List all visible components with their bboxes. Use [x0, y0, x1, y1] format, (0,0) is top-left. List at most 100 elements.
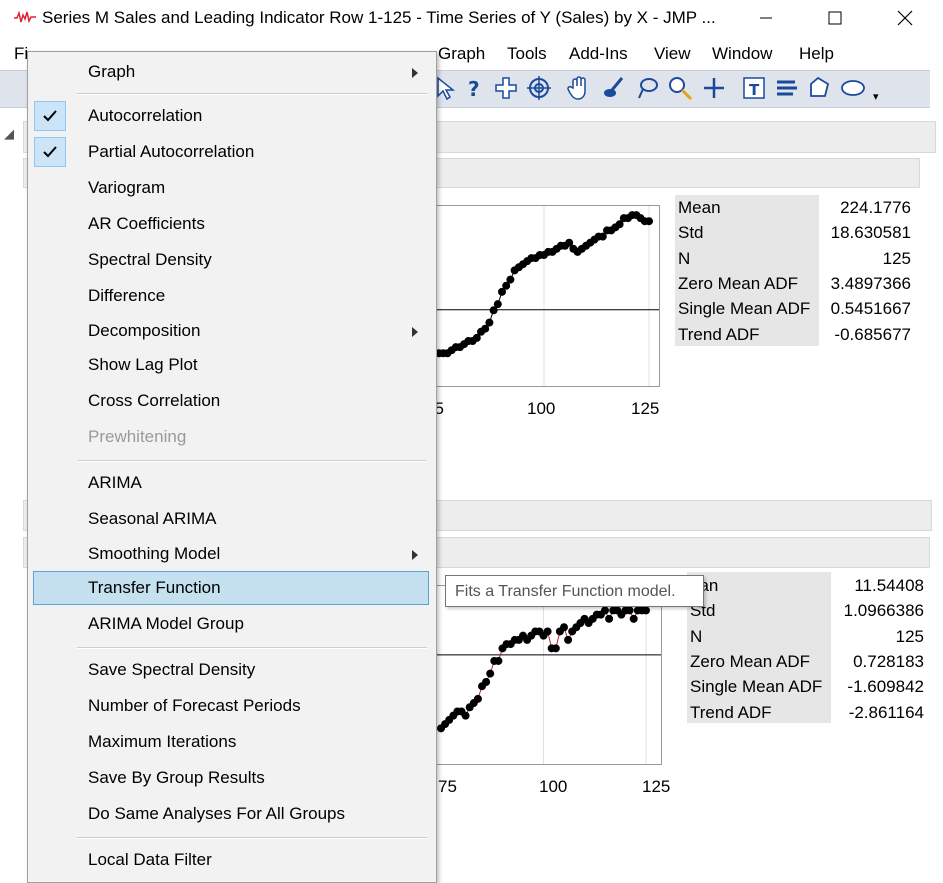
- toolbar-overflow-icon[interactable]: ▾: [873, 90, 879, 103]
- menu-item-arima-model-group[interactable]: ARIMA Model Group: [88, 614, 244, 634]
- bottom-xtick-100: 100: [539, 777, 568, 796]
- checkmark-icon: [34, 101, 66, 131]
- stat-value: 3.4897366: [830, 274, 911, 293]
- plus-tool-icon[interactable]: [700, 74, 728, 102]
- menu-item-autocorrelation[interactable]: Autocorrelation: [88, 106, 202, 126]
- top-xtick-100: 100: [527, 399, 556, 418]
- jmp-app-icon: [14, 10, 36, 24]
- menu-item-show-lag-plot[interactable]: Show Lag Plot: [88, 355, 198, 375]
- stat-value: 18.630581: [830, 223, 911, 242]
- data-point[interactable]: [605, 614, 614, 623]
- stat-label: N: [678, 249, 691, 268]
- menu-tools[interactable]: Tools: [507, 44, 547, 64]
- menu-item-local-data-filter[interactable]: Local Data Filter: [88, 850, 212, 870]
- context-menu: [27, 51, 437, 883]
- menu-item-transfer-function[interactable]: Transfer Function: [88, 578, 221, 598]
- stat-value: 11.54408: [854, 576, 924, 595]
- data-point[interactable]: [625, 606, 634, 615]
- stat-label: Trend ADF: [690, 703, 772, 722]
- stat-label: Mean: [678, 198, 721, 217]
- stat-label: Single Mean ADF: [678, 299, 811, 318]
- stat-label: N: [690, 627, 703, 646]
- polygon-tool-icon[interactable]: [806, 74, 834, 102]
- menu-item-cross-correlation[interactable]: Cross Correlation: [88, 391, 220, 411]
- data-point[interactable]: [601, 606, 609, 615]
- hand-tool-icon[interactable]: [565, 74, 593, 102]
- tooltip: Fits a Transfer Function model.: [445, 575, 704, 607]
- maximize-button[interactable]: [812, 0, 858, 36]
- data-point[interactable]: [560, 623, 568, 632]
- menu-graph[interactable]: Graph: [438, 44, 485, 64]
- data-point[interactable]: [642, 606, 650, 615]
- submenu-arrow-icon: [412, 68, 418, 78]
- stat-label: Std: [678, 223, 704, 242]
- menu-item-decomposition[interactable]: Decomposition: [88, 321, 200, 341]
- menu-item-do-same-analyses-for-all-groups[interactable]: Do Same Analyses For All Groups: [88, 804, 345, 824]
- lines-tool-icon[interactable]: [773, 74, 801, 102]
- stat-label: Zero Mean ADF: [690, 652, 810, 671]
- menu-separator: [77, 647, 427, 649]
- stat-value: 0.728183: [853, 652, 924, 671]
- data-point[interactable]: [473, 694, 482, 703]
- menu-item-seasonal-arima[interactable]: Seasonal ARIMA: [88, 509, 217, 529]
- menu-help[interactable]: Help: [799, 44, 834, 64]
- stat-value: 1.0966386: [843, 601, 924, 620]
- text-tool-icon[interactable]: T: [740, 74, 768, 102]
- data-point[interactable]: [543, 627, 552, 636]
- menu-item-graph[interactable]: Graph: [88, 62, 135, 82]
- brush-tool-icon[interactable]: [600, 74, 628, 102]
- data-point[interactable]: [493, 300, 502, 309]
- data-point[interactable]: [629, 614, 638, 623]
- disclosure-triangle-icon[interactable]: ◢: [4, 126, 14, 142]
- menu-item-maximum-iterations[interactable]: Maximum Iterations: [88, 732, 236, 752]
- menu-item-save-by-group-results[interactable]: Save By Group Results: [88, 768, 265, 788]
- close-icon: [897, 10, 913, 26]
- target-tool-icon[interactable]: [525, 74, 553, 102]
- lasso-tool-icon[interactable]: [633, 74, 661, 102]
- menu-item-partial-autocorrelation[interactable]: Partial Autocorrelation: [88, 142, 254, 162]
- menu-item-prewhitening: Prewhitening: [88, 427, 187, 446]
- stat-value: 224.1776: [840, 198, 911, 217]
- stat-value: 125: [882, 249, 911, 268]
- stat-label: Zero Mean ADF: [678, 274, 798, 293]
- menu-add-ins[interactable]: Add-Ins: [569, 44, 628, 64]
- stat-value: -2.861164: [848, 703, 924, 722]
- data-point[interactable]: [461, 711, 470, 720]
- submenu-arrow-icon: [412, 550, 418, 560]
- svg-text:T: T: [749, 81, 760, 99]
- magnifier-tool-icon[interactable]: [666, 74, 694, 102]
- stat-value: 0.5451667: [830, 299, 911, 318]
- menu-item-save-spectral-density[interactable]: Save Spectral Density: [88, 660, 255, 680]
- minimize-button[interactable]: [743, 0, 789, 36]
- maximize-icon: [828, 11, 842, 25]
- data-point[interactable]: [482, 678, 491, 686]
- menu-view[interactable]: View: [654, 44, 691, 64]
- stat-value: 125: [895, 627, 924, 646]
- oval-tool-icon[interactable]: [839, 74, 867, 102]
- menu-item-spectral-density[interactable]: Spectral Density: [88, 250, 212, 270]
- crosshair-tool-icon[interactable]: [492, 74, 520, 102]
- menu-item-ar-coefficients[interactable]: AR Coefficients: [88, 214, 205, 234]
- stat-label: Single Mean ADF: [690, 677, 823, 696]
- data-point[interactable]: [645, 217, 653, 226]
- menu-item-arima[interactable]: ARIMA: [88, 473, 142, 493]
- menu-separator: [77, 837, 427, 839]
- data-point[interactable]: [506, 275, 515, 284]
- menu-item-smoothing-model[interactable]: Smoothing Model: [88, 544, 220, 564]
- menu-window[interactable]: Window: [712, 44, 772, 64]
- window-title: Series M Sales and Leading Indicator Row…: [42, 8, 716, 27]
- menu-item-difference[interactable]: Difference: [88, 286, 165, 306]
- data-point[interactable]: [485, 318, 494, 327]
- data-point[interactable]: [486, 669, 495, 678]
- close-button[interactable]: [882, 0, 928, 36]
- bottom-xtick-125: 125: [642, 777, 671, 796]
- bottom-xtick-75: 75: [438, 777, 457, 796]
- data-point[interactable]: [494, 656, 503, 665]
- submenu-arrow-icon: [412, 327, 418, 337]
- help-tool-icon[interactable]: ?: [460, 74, 488, 102]
- data-point[interactable]: [564, 635, 573, 644]
- menu-item-number-of-forecast-periods[interactable]: Number of Forecast Periods: [88, 696, 301, 716]
- menu-item-variogram[interactable]: Variogram: [88, 178, 165, 198]
- data-point[interactable]: [551, 644, 560, 653]
- stat-value: -1.609842: [847, 677, 924, 696]
